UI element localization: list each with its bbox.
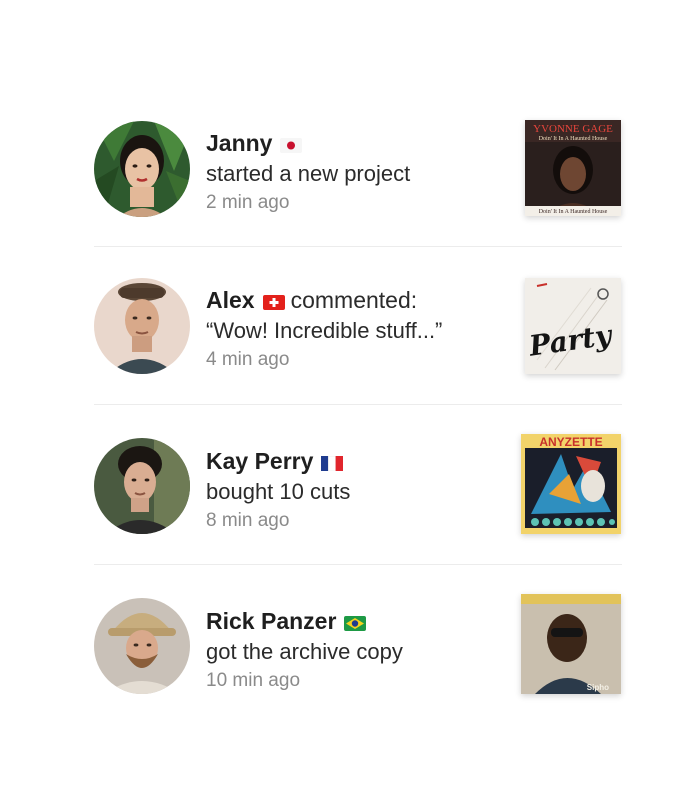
activity-time: 8 min ago xyxy=(206,510,290,531)
feed-item[interactable]: Janny started a new project 2 min ago YV… xyxy=(94,120,622,280)
activity-feed: Janny started a new project 2 min ago YV… xyxy=(94,120,622,760)
activity-time: 10 min ago xyxy=(206,670,301,691)
feed-item[interactable]: Rick Panzer got the archive copy 10 min … xyxy=(94,594,622,760)
activity-action: got the archive copy xyxy=(206,639,403,664)
cover-title: YVONNE GAGE xyxy=(533,123,613,135)
activity-action: bought 10 cuts xyxy=(206,479,351,504)
album-cover[interactable]: ANYZETTE xyxy=(521,434,621,534)
france-flag-icon xyxy=(321,448,344,478)
cover-title: Sipho xyxy=(587,683,609,692)
japan-flag-icon xyxy=(280,130,303,160)
cover-subtitle-bottom: Doin' It In A Haunted House xyxy=(539,209,608,215)
divider xyxy=(94,564,622,565)
divider xyxy=(94,246,622,247)
user-name[interactable]: Janny xyxy=(206,130,272,156)
activity-action: “Wow! Incredible stuff...” xyxy=(206,318,443,343)
brazil-flag-icon xyxy=(344,608,367,638)
activity-time: 2 min ago xyxy=(206,192,290,213)
avatar[interactable] xyxy=(94,438,190,534)
avatar[interactable] xyxy=(94,121,190,217)
album-cover[interactable]: Sipho xyxy=(521,594,621,694)
cover-subtitle: Doin' It In A Haunted House xyxy=(539,136,608,142)
activity-action-inline: commented: xyxy=(290,287,418,313)
feed-item[interactable]: Alex commented: “Wow! Incredible stuff...… xyxy=(94,278,622,440)
avatar[interactable] xyxy=(94,598,190,694)
album-cover[interactable]: Party xyxy=(525,278,621,374)
activity-action: started a new project xyxy=(206,161,411,186)
cover-title: ANYZETTE xyxy=(539,435,602,449)
user-name[interactable]: Alex xyxy=(206,287,255,313)
album-cover[interactable]: YVONNE GAGE Doin' It In A Haunted House … xyxy=(525,120,621,216)
feed-item[interactable]: Kay Perry bought 10 cuts 8 min ago ANYZE… xyxy=(94,434,622,600)
avatar[interactable] xyxy=(94,278,190,374)
user-name[interactable]: Kay Perry xyxy=(206,448,313,474)
activity-time: 4 min ago xyxy=(206,349,290,370)
switzerland-flag-icon xyxy=(262,287,285,317)
user-name[interactable]: Rick Panzer xyxy=(206,608,336,634)
divider xyxy=(94,404,622,405)
